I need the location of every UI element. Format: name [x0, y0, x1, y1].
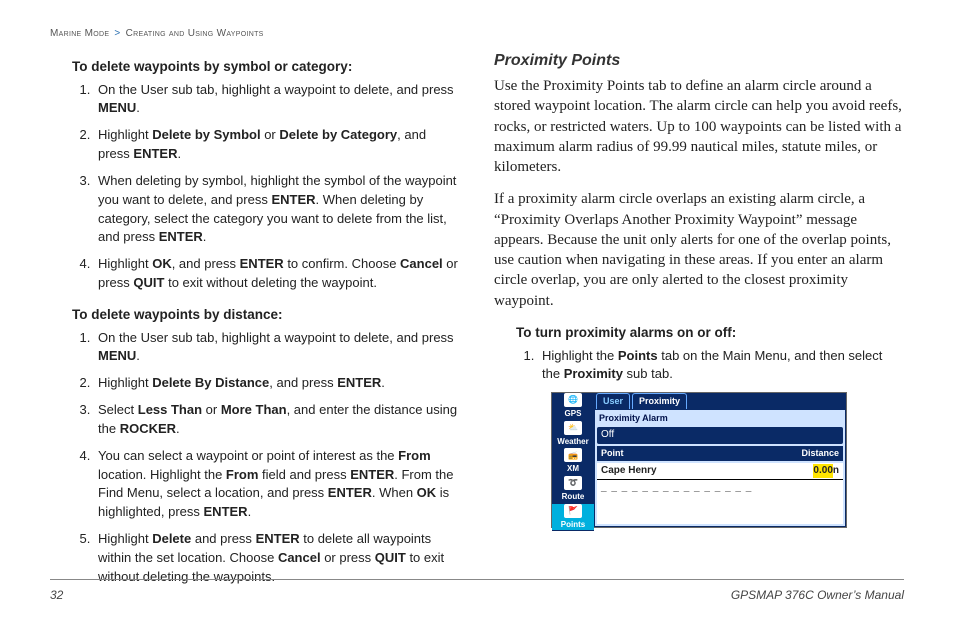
radio-icon: 📻: [564, 448, 582, 462]
manual-title: GPSMAP 376C Owner’s Manual: [731, 588, 904, 602]
breadcrumb: Marine Mode > Creating and Using Waypoin…: [50, 28, 904, 39]
list-item: Highlight Delete By Distance, and press …: [94, 374, 460, 393]
left-column: To delete waypoints by symbol or categor…: [50, 49, 460, 595]
sidebar-item-gps: 🌐GPS: [552, 393, 594, 421]
steps-delete-distance: On the User sub tab, highlight a waypoin…: [94, 329, 460, 587]
sidebar-item-label: Weather: [557, 436, 588, 448]
breadcrumb-sep: >: [114, 28, 120, 39]
heading-delete-distance: To delete waypoints by distance:: [72, 305, 460, 325]
list-item: When deleting by symbol, highlight the s…: [94, 172, 460, 247]
list-item: Highlight Delete by Symbol or Delete by …: [94, 126, 460, 164]
device-main: User Proximity Proximity Alarm Off Point…: [594, 393, 846, 527]
sidebar-item-points: 🚩Points: [552, 504, 594, 532]
cell-point: Cape Henry: [601, 464, 657, 479]
proximity-alarm-label: Proximity Alarm: [599, 412, 668, 425]
device-tabs: User Proximity: [594, 393, 846, 409]
device-panel: Proximity Alarm Off Point Distance Cape …: [594, 409, 846, 527]
sidebar-item-label: Route: [562, 491, 585, 503]
list-item: On the User sub tab, highlight a waypoin…: [94, 81, 460, 119]
body-paragraph: If a proximity alarm circle overlaps an …: [494, 189, 904, 311]
section-title-proximity: Proximity Points: [494, 49, 904, 72]
list-item: Select Less Than or More Than, and enter…: [94, 401, 460, 439]
tab-proximity: Proximity: [632, 393, 687, 409]
sidebar-item-weather: ⛅Weather: [552, 421, 594, 449]
steps-delete-symbol-category: On the User sub tab, highlight a waypoin…: [94, 81, 460, 293]
steps-proximity-alarms: Highlight the Points tab on the Main Men…: [538, 347, 904, 385]
page-footer: 32 GPSMAP 376C Owner’s Manual: [50, 588, 904, 602]
cell-unit: n: [833, 464, 839, 479]
flag-icon: 🚩: [564, 504, 582, 518]
breadcrumb-a: Marine Mode: [50, 28, 109, 39]
device-screenshot: 🌐GPS ⛅Weather 📻XM ➰Route 🚩Points User Pr…: [551, 392, 847, 528]
sidebar-item-route: ➰Route: [552, 476, 594, 504]
list-item: You can select a waypoint or point of in…: [94, 447, 460, 522]
table-header: Point Distance: [597, 446, 843, 461]
right-column: Proximity Points Use the Proximity Point…: [494, 49, 904, 595]
list-item: Highlight OK, and press ENTER to confirm…: [94, 255, 460, 293]
cell-distance: 0.00: [813, 464, 832, 479]
sidebar-item-label: XM: [567, 463, 579, 475]
sidebar-item-xm: 📻XM: [552, 448, 594, 476]
footer-rule: [50, 579, 904, 580]
heading-proximity-alarms: To turn proximity alarms on or off:: [516, 323, 904, 343]
breadcrumb-b: Creating and Using Waypoints: [126, 28, 264, 39]
sidebar-item-label: GPS: [565, 408, 582, 420]
table-row: Cape Henry 0.00n: [597, 463, 843, 481]
globe-icon: 🌐: [564, 393, 582, 407]
tab-user: User: [596, 393, 630, 409]
list-item: On the User sub tab, highlight a waypoin…: [94, 329, 460, 367]
list-item: Highlight the Points tab on the Main Men…: [538, 347, 904, 385]
sidebar-item-label: Points: [561, 519, 585, 531]
heading-delete-symbol-category: To delete waypoints by symbol or categor…: [72, 57, 460, 77]
empty-row: _ _ _ _ _ _ _ _ _ _ _ _ _ _ _: [597, 480, 843, 497]
table-body: Cape Henry 0.00n _ _ _ _ _ _ _ _ _ _ _ _…: [597, 463, 843, 524]
device-sidebar: 🌐GPS ⛅Weather 📻XM ➰Route 🚩Points: [552, 393, 594, 527]
col-point: Point: [601, 447, 624, 460]
route-icon: ➰: [564, 476, 582, 490]
page-number: 32: [50, 588, 63, 602]
cloud-icon: ⛅: [564, 421, 582, 435]
body-paragraph: Use the Proximity Points tab to define a…: [494, 76, 904, 177]
col-distance: Distance: [801, 447, 839, 460]
proximity-alarm-value: Off: [597, 427, 843, 444]
